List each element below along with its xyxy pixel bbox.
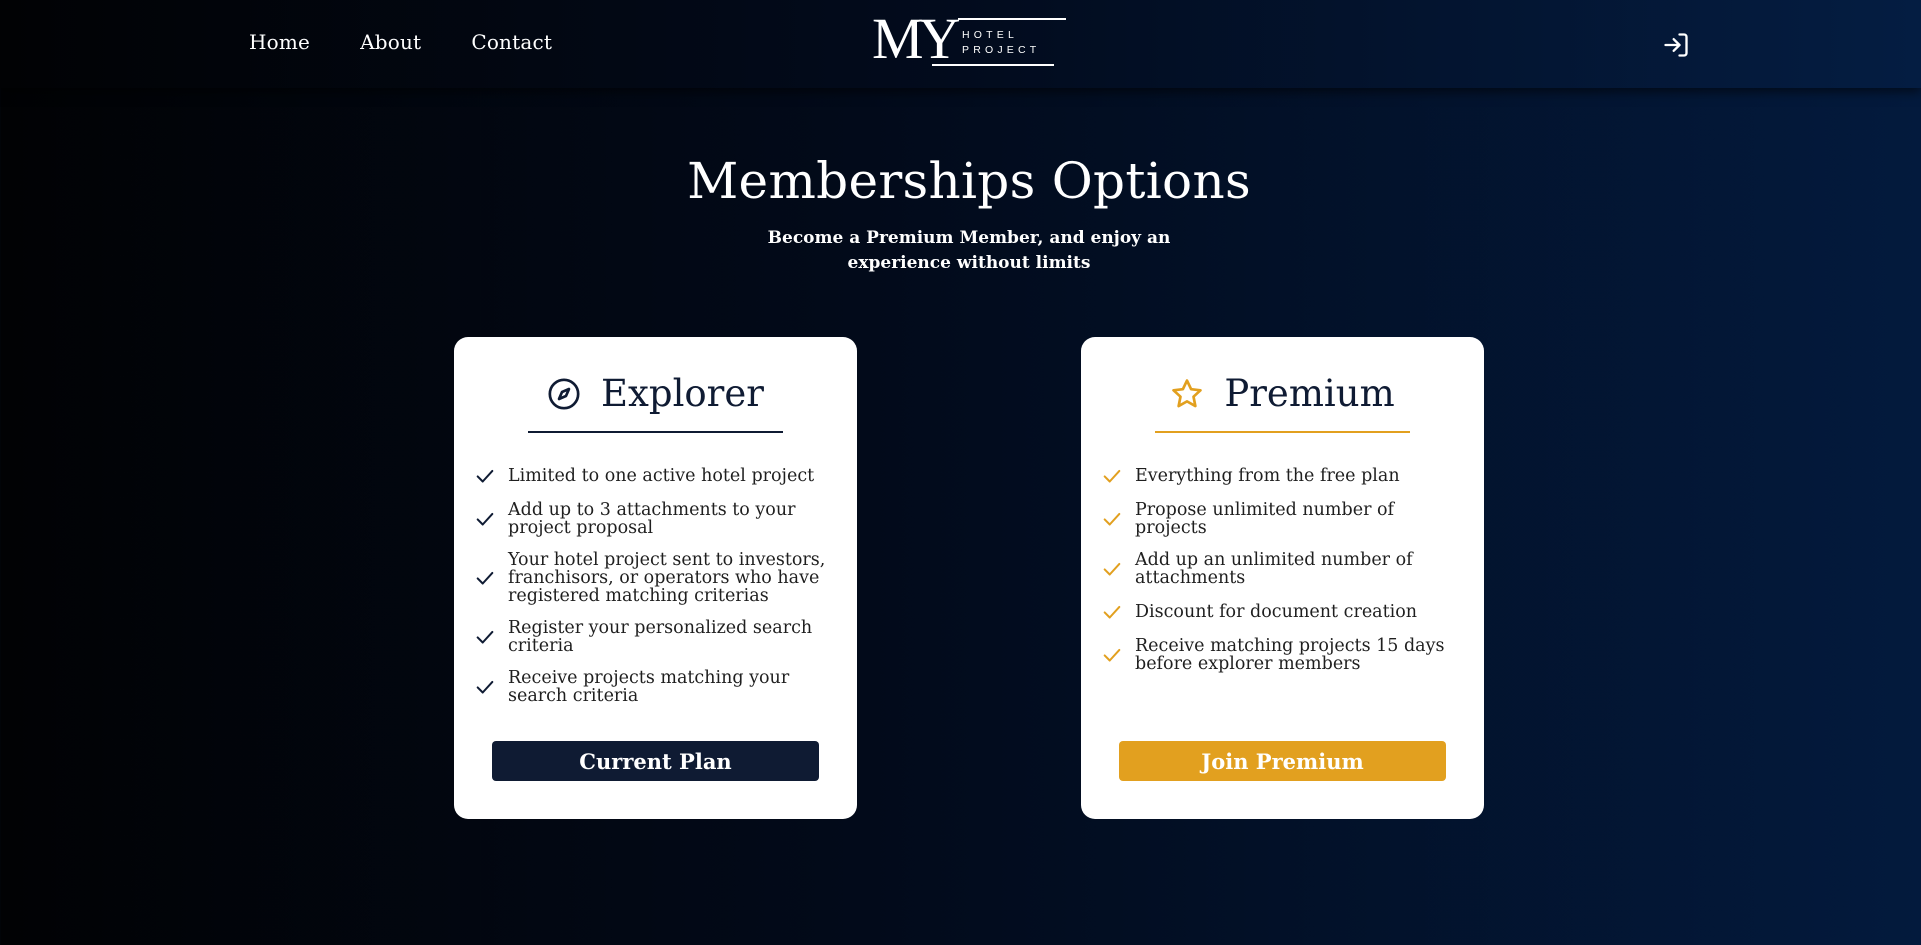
site-logo[interactable]: MY HOTEL PROJECT [872, 6, 1068, 71]
plan-title: Explorer [601, 372, 764, 415]
logo-word-hotel: HOTEL [962, 29, 1019, 41]
current-plan-button[interactable]: Current Plan [492, 741, 819, 781]
feature-item: Register your personalized search criter… [474, 619, 844, 655]
feature-list: Everything from the free plan Propose un… [1101, 465, 1471, 687]
feature-text: Add up an unlimited number of attachment… [1135, 550, 1413, 588]
feature-text: Discount for document creation [1135, 602, 1418, 622]
top-navbar: Home About Contact MY HOTEL PROJECT [0, 0, 1921, 88]
check-icon [1101, 558, 1123, 580]
feature-item: Everything from the free plan [1101, 465, 1471, 487]
feature-text: Add up to 3 attachments to your project … [508, 500, 796, 538]
feature-item: Add up to 3 attachments to your project … [474, 501, 844, 537]
check-icon [1101, 601, 1123, 623]
feature-text: Propose unlimited number of projects [1135, 500, 1395, 538]
feature-item: Receive matching projects 15 days before… [1101, 637, 1471, 673]
check-icon [474, 626, 496, 648]
plan-card-header: Premium [1081, 372, 1484, 416]
feature-item: Add up an unlimited number of attachment… [1101, 551, 1471, 587]
plan-card-premium: Premium Everything from the free plan Pr… [1081, 337, 1484, 819]
nav-home-link[interactable]: Home [249, 30, 310, 54]
check-icon [474, 676, 496, 698]
plan-divider [1155, 431, 1410, 433]
nav-about-link[interactable]: About [360, 30, 421, 54]
feature-item: Discount for document creation [1101, 601, 1471, 623]
logo-word-project: PROJECT [962, 44, 1041, 56]
plan-divider [528, 431, 783, 433]
compass-icon [547, 377, 581, 411]
check-icon [474, 465, 496, 487]
page-subtitle: Become a Premium Member, and enjoy an ex… [767, 228, 1171, 273]
logo-top-line [958, 18, 1066, 20]
nav-contact-link[interactable]: Contact [471, 30, 552, 54]
feature-text: Your hotel project sent to investors, fr… [508, 550, 826, 606]
plan-card-header: Explorer [454, 372, 857, 416]
feature-item: Propose unlimited number of projects [1101, 501, 1471, 537]
check-icon [1101, 644, 1123, 666]
feature-text: Everything from the free plan [1135, 466, 1400, 486]
plan-title: Premium [1224, 372, 1395, 415]
feature-item: Limited to one active hotel project [474, 465, 844, 487]
star-icon [1170, 377, 1204, 411]
feature-text: Receive matching projects 15 days before… [1135, 636, 1445, 674]
join-premium-button[interactable]: Join Premium [1119, 741, 1446, 781]
login-icon[interactable] [1662, 31, 1690, 59]
logo-monogram: MY [872, 6, 960, 71]
check-icon [1101, 508, 1123, 530]
feature-list: Limited to one active hotel project Add … [474, 465, 844, 719]
feature-text: Register your personalized search criter… [508, 618, 813, 656]
page-title: Memberships Options [687, 152, 1251, 210]
feature-text: Receive projects matching your search cr… [508, 668, 790, 706]
check-icon [474, 567, 496, 589]
feature-text: Limited to one active hotel project [508, 466, 815, 486]
plan-card-explorer: Explorer Limited to one active hotel pro… [454, 337, 857, 819]
feature-item: Your hotel project sent to investors, fr… [474, 551, 844, 605]
feature-item: Receive projects matching your search cr… [474, 669, 844, 705]
check-icon [474, 508, 496, 530]
logo-bottom-line [932, 64, 1054, 66]
check-icon [1101, 465, 1123, 487]
main-nav: Home About Contact [249, 30, 552, 54]
